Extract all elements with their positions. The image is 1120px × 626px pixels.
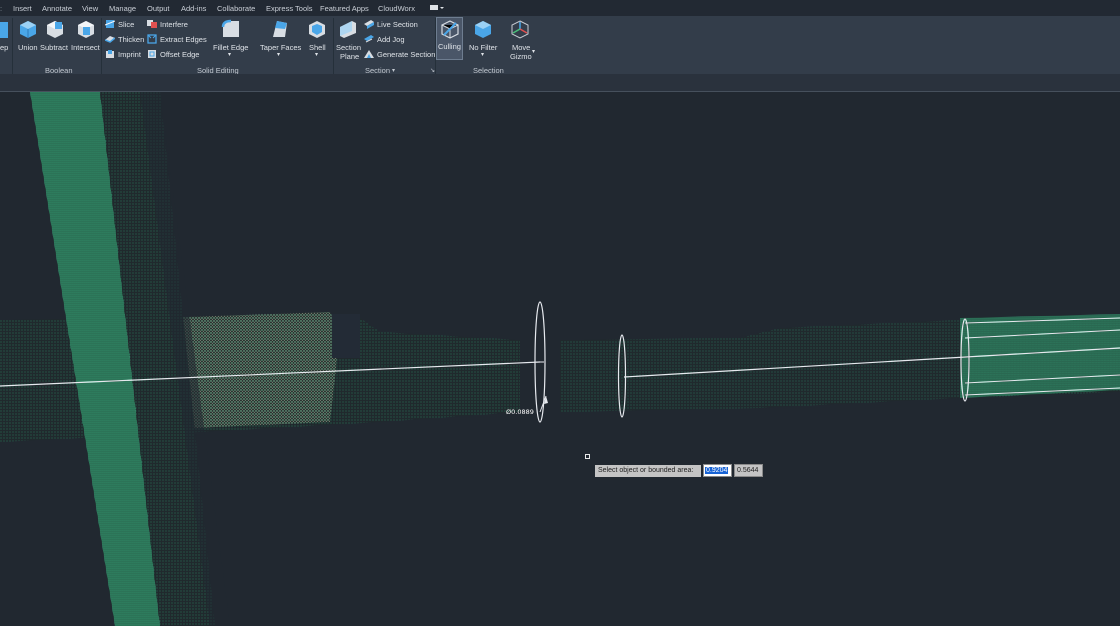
- live-section-icon: [364, 20, 374, 29]
- ribbon-spacer: [0, 74, 1120, 92]
- section-plane-icon: [340, 21, 356, 38]
- fillet-edge-button[interactable]: Fillet Edge ▾: [212, 18, 250, 64]
- point-cloud-scene[interactable]: [0, 92, 1120, 626]
- slice-icon: [105, 20, 115, 28]
- drawing-viewport[interactable]: Ø0.0889: [0, 92, 1120, 626]
- imprint-button[interactable]: Imprint: [104, 49, 144, 61]
- section-plane-label-2: Plane: [340, 52, 360, 61]
- interfere-button[interactable]: Interfere: [146, 19, 206, 31]
- offset-edge-icon: [148, 50, 156, 58]
- pipe-gap: [332, 314, 360, 358]
- intersect-label: Intersect: [71, 43, 100, 52]
- culling-label: Culling: [438, 42, 461, 51]
- menu-insert[interactable]: Insert: [13, 4, 32, 13]
- imprint-label: Imprint: [118, 50, 141, 59]
- extract-edges-button[interactable]: Extract Edges: [146, 34, 208, 46]
- subtract-label: Subtract: [40, 43, 68, 52]
- menu-view[interactable]: View: [82, 4, 98, 13]
- taper-faces-icon: [273, 21, 287, 37]
- interfere-label: Interfere: [160, 20, 188, 29]
- section-plane-button[interactable]: Section Plane: [335, 18, 361, 64]
- add-jog-button[interactable]: Add Jog: [363, 34, 407, 46]
- extract-edges-label: Extract Edges: [160, 35, 207, 44]
- menu-annotate[interactable]: Annotate: [42, 4, 72, 13]
- move-gizmo-label-1: Move: [512, 43, 531, 52]
- menu-bar: : Insert Annotate View Manage Output Add…: [0, 0, 1120, 16]
- y-coordinate-input[interactable]: 0.5644: [734, 464, 763, 477]
- panel-divider: [333, 18, 334, 74]
- generate-section-icon: [364, 50, 374, 58]
- offset-edge-button[interactable]: Offset Edge: [146, 49, 204, 61]
- union-button[interactable]: Union: [16, 18, 40, 64]
- x-coordinate-value: 0.9204: [705, 467, 729, 474]
- subtract-button[interactable]: Subtract: [40, 18, 70, 64]
- diameter-dimension-label[interactable]: Ø0.0889: [506, 408, 534, 416]
- generate-section-button[interactable]: Generate Section: [363, 49, 436, 61]
- intersect-icon: [78, 21, 94, 38]
- shell-button[interactable]: Shell ▾: [305, 18, 329, 64]
- fillet-edge-dropdown-icon[interactable]: ▾: [228, 51, 231, 58]
- box-icon: [0, 22, 8, 38]
- workspace-dropdown[interactable]: [430, 4, 444, 12]
- extract-edges-icon: [147, 34, 157, 44]
- menu-express-tools[interactable]: Express Tools: [266, 4, 313, 13]
- move-gizmo-button[interactable]: Move Gizmo ▾: [508, 18, 538, 64]
- ribbon: ep Union Subtract Intersect Boolean Slic…: [0, 16, 1120, 75]
- union-icon: [20, 21, 36, 38]
- cut-off-button[interactable]: ep: [0, 18, 10, 66]
- dynamic-input-prompt: Select object or bounded area:: [595, 465, 701, 477]
- thicken-button[interactable]: Thicken: [104, 34, 144, 46]
- add-jog-label: Add Jog: [377, 35, 405, 44]
- thicken-icon: [105, 36, 115, 43]
- menu-cloudworx[interactable]: CloudWorx: [378, 4, 415, 13]
- taper-faces-button[interactable]: Taper Faces ▾: [258, 18, 302, 64]
- fillet-edge-icon: [221, 19, 239, 37]
- no-filter-button[interactable]: No Filter ▾: [468, 18, 498, 64]
- culling-icon: [441, 20, 459, 39]
- menu-manage[interactable]: Manage: [109, 4, 136, 13]
- slice-button[interactable]: Slice: [104, 19, 144, 31]
- add-jog-icon: [364, 35, 374, 43]
- pickbox-cursor: [585, 454, 590, 459]
- shell-dropdown-icon[interactable]: ▾: [315, 51, 318, 58]
- move-gizmo-label-2: Gizmo: [510, 52, 532, 61]
- union-label: Union: [18, 43, 38, 52]
- section-panel-dropdown-icon[interactable]: ▾: [392, 67, 395, 74]
- section-plane-label-1: Section: [336, 43, 362, 52]
- interfere-icon: [147, 20, 157, 28]
- slice-label: Slice: [118, 20, 135, 29]
- taper-faces-label: Taper Faces: [260, 43, 302, 52]
- intersect-button[interactable]: Intersect: [70, 18, 100, 64]
- subtract-icon: [47, 21, 63, 38]
- taper-faces-dropdown-icon[interactable]: ▾: [277, 51, 280, 58]
- live-section-button[interactable]: Live Section: [363, 19, 419, 31]
- cut-off-label: ep: [0, 43, 9, 52]
- culling-button[interactable]: Culling: [436, 17, 463, 60]
- no-filter-icon: [475, 21, 491, 38]
- offset-edge-label: Offset Edge: [160, 50, 200, 59]
- display-icon: [430, 5, 444, 10]
- menu-overflow: :: [0, 4, 3, 13]
- menu-add-ins[interactable]: Add-ins: [181, 4, 206, 13]
- move-gizmo-icon: [511, 20, 529, 39]
- imprint-icon: [106, 50, 114, 58]
- panel-divider: [101, 18, 102, 74]
- menu-output[interactable]: Output: [147, 4, 170, 13]
- menu-collaborate[interactable]: Collaborate: [217, 4, 255, 13]
- menu-featured-apps[interactable]: Featured Apps: [320, 4, 369, 13]
- x-coordinate-input[interactable]: 0.9204: [703, 464, 732, 477]
- no-filter-dropdown-icon[interactable]: ▾: [481, 51, 484, 58]
- panel-divider: [12, 18, 13, 74]
- shell-icon: [309, 21, 325, 38]
- thicken-label: Thicken: [118, 35, 145, 44]
- generate-section-label: Generate Section: [377, 50, 436, 59]
- move-gizmo-dropdown-icon[interactable]: ▾: [532, 48, 535, 55]
- live-section-label: Live Section: [377, 20, 418, 29]
